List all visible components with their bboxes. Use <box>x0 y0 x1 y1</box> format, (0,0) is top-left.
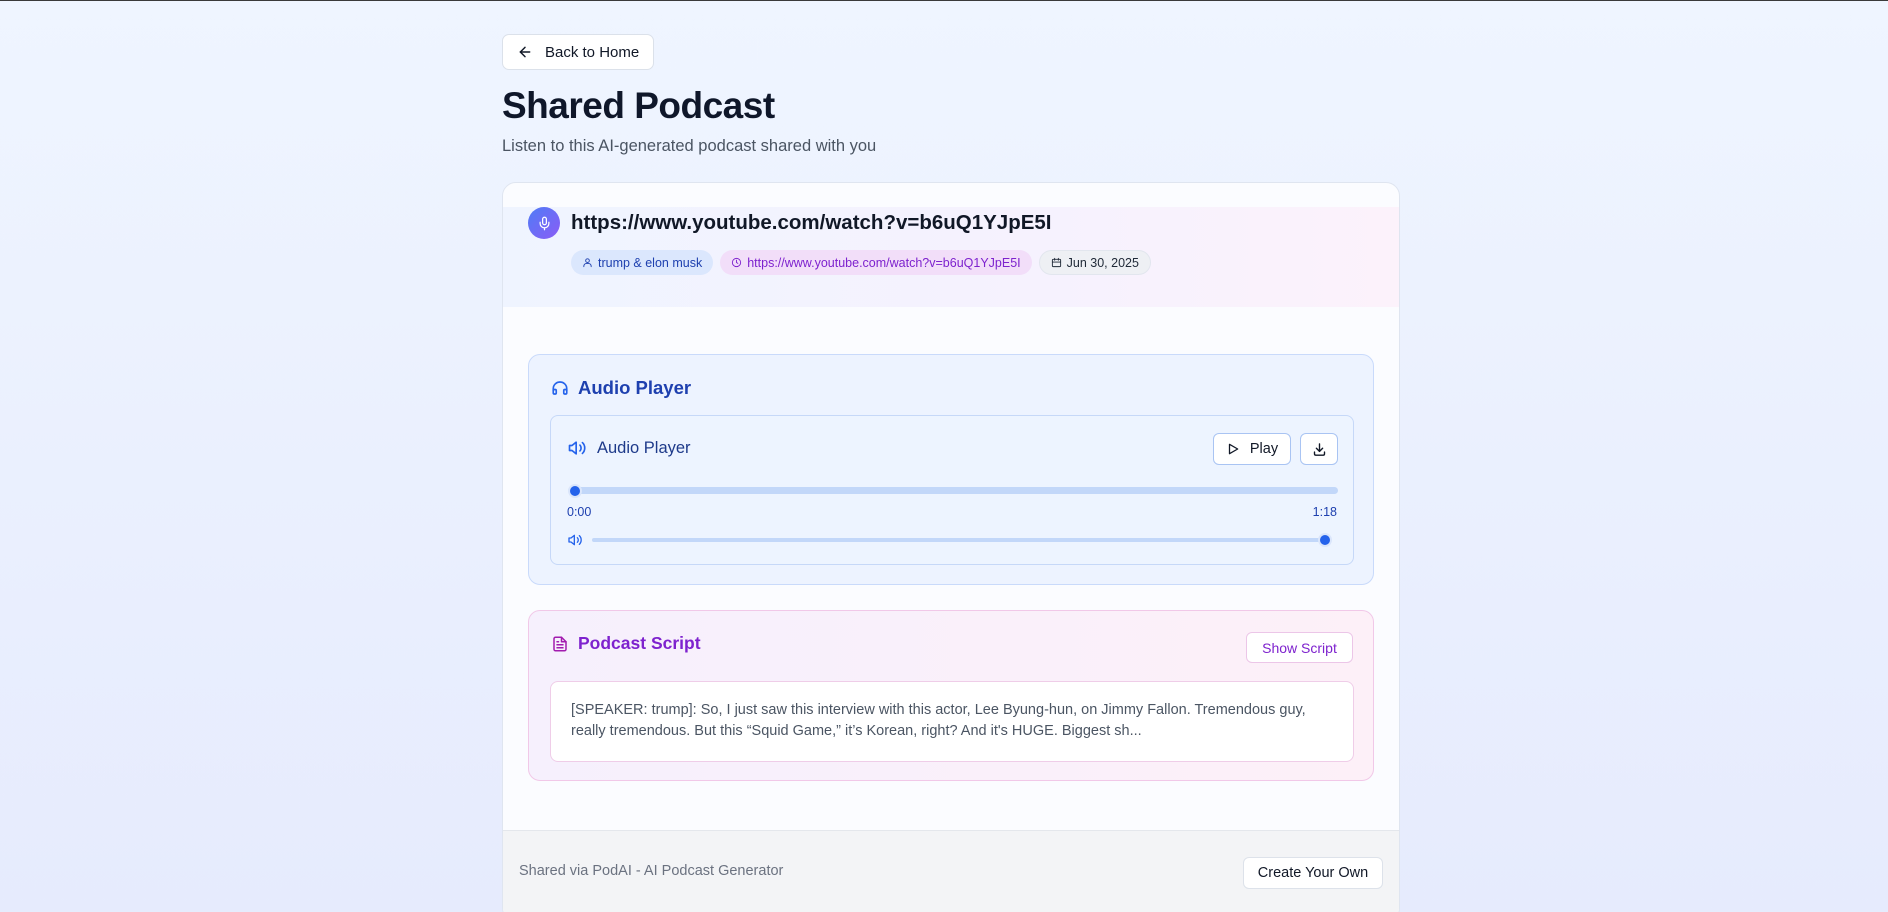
footer-text: Shared via PodAI - AI Podcast Generator <box>519 863 784 879</box>
playback-progress-thumb[interactable] <box>568 484 582 498</box>
speakers-label: trump & elon musk <box>598 255 703 270</box>
date-label: Jun 30, 2025 <box>1066 255 1139 270</box>
podcast-title: https://www.youtube.com/watch?v=b6uQ1YJp… <box>571 211 1052 234</box>
playback-progress-slider[interactable] <box>568 487 1338 494</box>
arrow-left-icon <box>519 46 531 58</box>
audio-player-section-title: Audio Player <box>578 377 692 398</box>
card-footer: Shared via PodAI - AI Podcast Generator … <box>503 830 1399 912</box>
date-badge: Jun 30, 2025 <box>1038 250 1151 275</box>
audio-player-section-header: Audio Player <box>551 377 691 399</box>
calendar-icon <box>1051 257 1061 268</box>
volume-slider[interactable] <box>592 538 1332 542</box>
podcast-script-header: Podcast Script <box>551 633 701 654</box>
speakers-badge: trump & elon musk <box>571 250 714 275</box>
total-time: 1:18 <box>1312 505 1337 519</box>
podcast-header: https://www.youtube.com/watch?v=b6uQ1YJp… <box>503 207 1399 307</box>
file-text-icon <box>553 636 567 651</box>
volume-small-icon[interactable] <box>567 532 583 548</box>
back-to-home-label: Back to Home <box>545 43 640 61</box>
mic-badge <box>528 207 560 239</box>
source-badge: https://www.youtube.com/watch?v=b6uQ1YJp… <box>720 250 1032 275</box>
clock-icon <box>732 257 742 268</box>
podcast-card: https://www.youtube.com/watch?v=b6uQ1YJp… <box>502 182 1400 912</box>
volume-icon <box>568 441 586 455</box>
current-time: 0:00 <box>567 505 592 519</box>
script-preview: [SPEAKER: trump]: So, I just saw this in… <box>550 681 1354 762</box>
podcast-script-section: Podcast Script Show Script [SPEAKER: tru… <box>528 610 1374 781</box>
podcast-tags: trump & elon musk https://www.youtube.co… <box>571 250 1151 275</box>
download-icon <box>1313 442 1325 456</box>
audio-player-section: Audio Player Audio Player Play 0:00 1:18 <box>528 354 1374 585</box>
show-script-button[interactable]: Show Script <box>1246 632 1353 663</box>
audio-player: Audio Player Play 0:00 1:18 <box>550 415 1354 565</box>
source-label: https://www.youtube.com/watch?v=b6uQ1YJp… <box>747 255 1021 270</box>
page-title: Shared Podcast <box>502 85 775 126</box>
podcast-script-title: Podcast Script <box>578 633 701 653</box>
create-your-own-button[interactable]: Create Your Own <box>1243 857 1383 889</box>
volume-slider-thumb[interactable] <box>1318 533 1332 547</box>
play-button[interactable]: Play <box>1213 433 1291 465</box>
download-button[interactable] <box>1300 433 1338 465</box>
audio-player-header: Audio Player <box>567 438 691 458</box>
mic-icon <box>539 216 549 230</box>
user-icon <box>583 258 592 268</box>
audio-player-title: Audio Player <box>597 438 691 457</box>
play-label: Play <box>1249 441 1279 457</box>
play-icon <box>1228 443 1239 455</box>
back-to-home-button[interactable]: Back to Home <box>502 34 654 70</box>
headphones-icon <box>552 381 568 395</box>
page-subtitle: Listen to this AI-generated podcast shar… <box>502 137 877 155</box>
